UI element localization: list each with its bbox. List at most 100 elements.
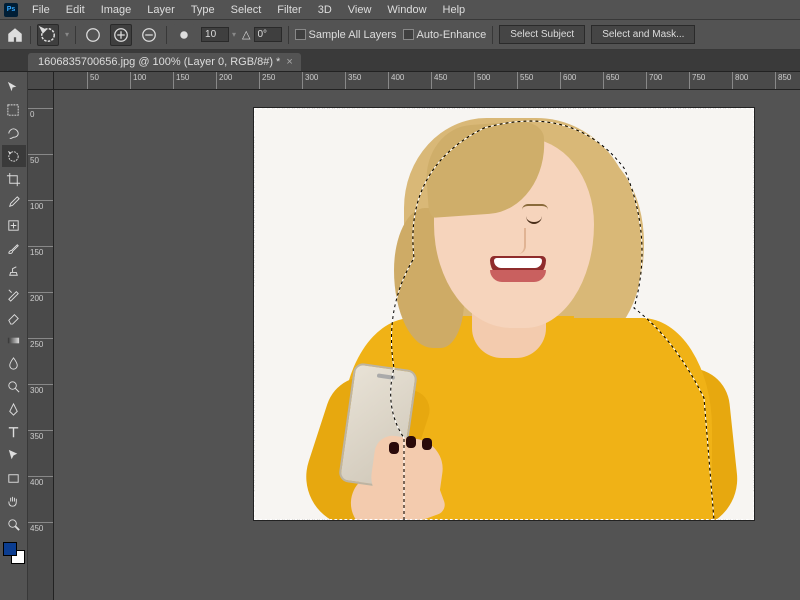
zoom-tool[interactable] <box>2 513 26 535</box>
brush-angle-field: △ <box>242 27 281 42</box>
divider <box>75 26 76 44</box>
brush-size-input[interactable] <box>201 27 229 42</box>
tab-title: 1606835700656.jpg @ 100% (Layer 0, RGB/8… <box>38 56 280 68</box>
menu-layer[interactable]: Layer <box>139 1 183 19</box>
brush-tool[interactable] <box>2 237 26 259</box>
menu-file[interactable]: File <box>24 1 58 19</box>
ruler-tick: 50 <box>28 154 53 166</box>
menu-bar: Ps File Edit Image Layer Type Select Fil… <box>0 0 800 20</box>
menu-type[interactable]: Type <box>183 1 223 19</box>
ruler-tick: 800 <box>732 72 750 89</box>
add-selection-icon[interactable] <box>110 24 132 46</box>
dropdown-caret-icon[interactable]: ▾ <box>232 30 236 39</box>
ruler-tick: 350 <box>28 430 53 442</box>
eraser-tool[interactable] <box>2 306 26 328</box>
blur-tool[interactable] <box>2 352 26 374</box>
quick-select-icon[interactable] <box>37 24 59 46</box>
ruler-tick: 100 <box>130 72 148 89</box>
ruler-tick: 400 <box>388 72 406 89</box>
new-selection-icon[interactable] <box>82 24 104 46</box>
crop-tool[interactable] <box>2 168 26 190</box>
ruler-tick: 150 <box>28 246 53 258</box>
ruler-tick: 450 <box>28 522 53 534</box>
menu-image[interactable]: Image <box>93 1 140 19</box>
dodge-tool[interactable] <box>2 375 26 397</box>
canvas-image <box>254 108 754 520</box>
menu-help[interactable]: Help <box>435 1 474 19</box>
options-bar: ▾ ▾ △ Sample All Layers Auto-Enhance Sel… <box>0 20 800 50</box>
menu-edit[interactable]: Edit <box>58 1 93 19</box>
menu-view[interactable]: View <box>340 1 380 19</box>
select-and-mask-button[interactable]: Select and Mask... <box>591 25 695 44</box>
divider <box>30 26 31 44</box>
menu-3d[interactable]: 3D <box>310 1 340 19</box>
select-subject-button[interactable]: Select Subject <box>499 25 585 44</box>
type-tool[interactable] <box>2 421 26 443</box>
ruler-tick: 250 <box>28 338 53 350</box>
clone-stamp-tool[interactable] <box>2 260 26 282</box>
ruler-horizontal[interactable]: 0501001502002503003504004505005506006507… <box>54 72 800 90</box>
toolbox <box>0 72 28 600</box>
menu-select[interactable]: Select <box>223 1 270 19</box>
home-icon[interactable] <box>6 26 24 44</box>
brush-size-field: ▾ <box>201 27 236 42</box>
spot-heal-tool[interactable] <box>2 214 26 236</box>
angle-icon: △ <box>242 28 250 41</box>
sample-all-label: Sample All Layers <box>309 29 397 41</box>
brush-preset-icon[interactable] <box>173 24 195 46</box>
divider <box>166 26 167 44</box>
ruler-tick: 850 <box>775 72 793 89</box>
divider <box>492 26 493 44</box>
pen-tool[interactable] <box>2 398 26 420</box>
ruler-tick: 300 <box>302 72 320 89</box>
rectangle-tool[interactable] <box>2 467 26 489</box>
ruler-vertical[interactable]: 0 50 100 150 200 250 300 350 400 450 <box>28 90 54 600</box>
color-swatches[interactable] <box>3 542 25 564</box>
ruler-tick: 400 <box>28 476 53 488</box>
ruler-tick: 200 <box>28 292 53 304</box>
ruler-tick: 550 <box>517 72 535 89</box>
menu-filter[interactable]: Filter <box>269 1 309 19</box>
lasso-tool[interactable] <box>2 122 26 144</box>
ruler-origin[interactable] <box>28 72 54 90</box>
ruler-tick: 200 <box>216 72 234 89</box>
path-select-tool[interactable] <box>2 444 26 466</box>
app-logo: Ps <box>4 3 18 17</box>
ruler-tick: 350 <box>345 72 363 89</box>
ruler-tick: 150 <box>173 72 191 89</box>
dropdown-caret-icon[interactable]: ▾ <box>65 30 69 39</box>
divider <box>288 26 289 44</box>
gradient-tool[interactable] <box>2 329 26 351</box>
document-canvas[interactable] <box>254 108 754 520</box>
foreground-color-swatch[interactable] <box>3 542 17 556</box>
brush-angle-input[interactable] <box>254 27 282 42</box>
ruler-tick: 250 <box>259 72 277 89</box>
ruler-tick: 450 <box>431 72 449 89</box>
auto-enhance-option[interactable]: Auto-Enhance <box>403 29 487 41</box>
sample-all-layers-option[interactable]: Sample All Layers <box>295 29 397 41</box>
ruler-tick: 0 <box>28 108 53 120</box>
workspace: 0 50 100 150 200 250 300 350 400 450 500 550 600 650 7… <box>28 72 800 600</box>
document-tab-bar: 1606835700656.jpg @ 100% (Layer 0, RGB/8… <box>0 50 800 72</box>
ruler-tick: 300 <box>28 384 53 396</box>
ruler-tick: 50 <box>87 72 101 89</box>
eyedropper-tool[interactable] <box>2 191 26 213</box>
menu-window[interactable]: Window <box>379 1 434 19</box>
hand-tool[interactable] <box>2 490 26 512</box>
subtract-selection-icon[interactable] <box>138 24 160 46</box>
history-brush-tool[interactable] <box>2 283 26 305</box>
move-tool[interactable] <box>2 76 26 98</box>
auto-enhance-label: Auto-Enhance <box>417 29 487 41</box>
ruler-tick: 600 <box>560 72 578 89</box>
checkbox-icon[interactable] <box>403 29 414 40</box>
ruler-tick: 100 <box>28 200 53 212</box>
ruler-tick: 700 <box>646 72 664 89</box>
close-icon[interactable]: × <box>286 56 292 68</box>
checkbox-icon[interactable] <box>295 29 306 40</box>
ruler-tick: 650 <box>603 72 621 89</box>
document-tab[interactable]: 1606835700656.jpg @ 100% (Layer 0, RGB/8… <box>28 53 301 71</box>
quick-select-tool[interactable] <box>2 145 26 167</box>
ruler-tick: 750 <box>689 72 707 89</box>
ruler-tick: 500 <box>474 72 492 89</box>
marquee-tool[interactable] <box>2 99 26 121</box>
